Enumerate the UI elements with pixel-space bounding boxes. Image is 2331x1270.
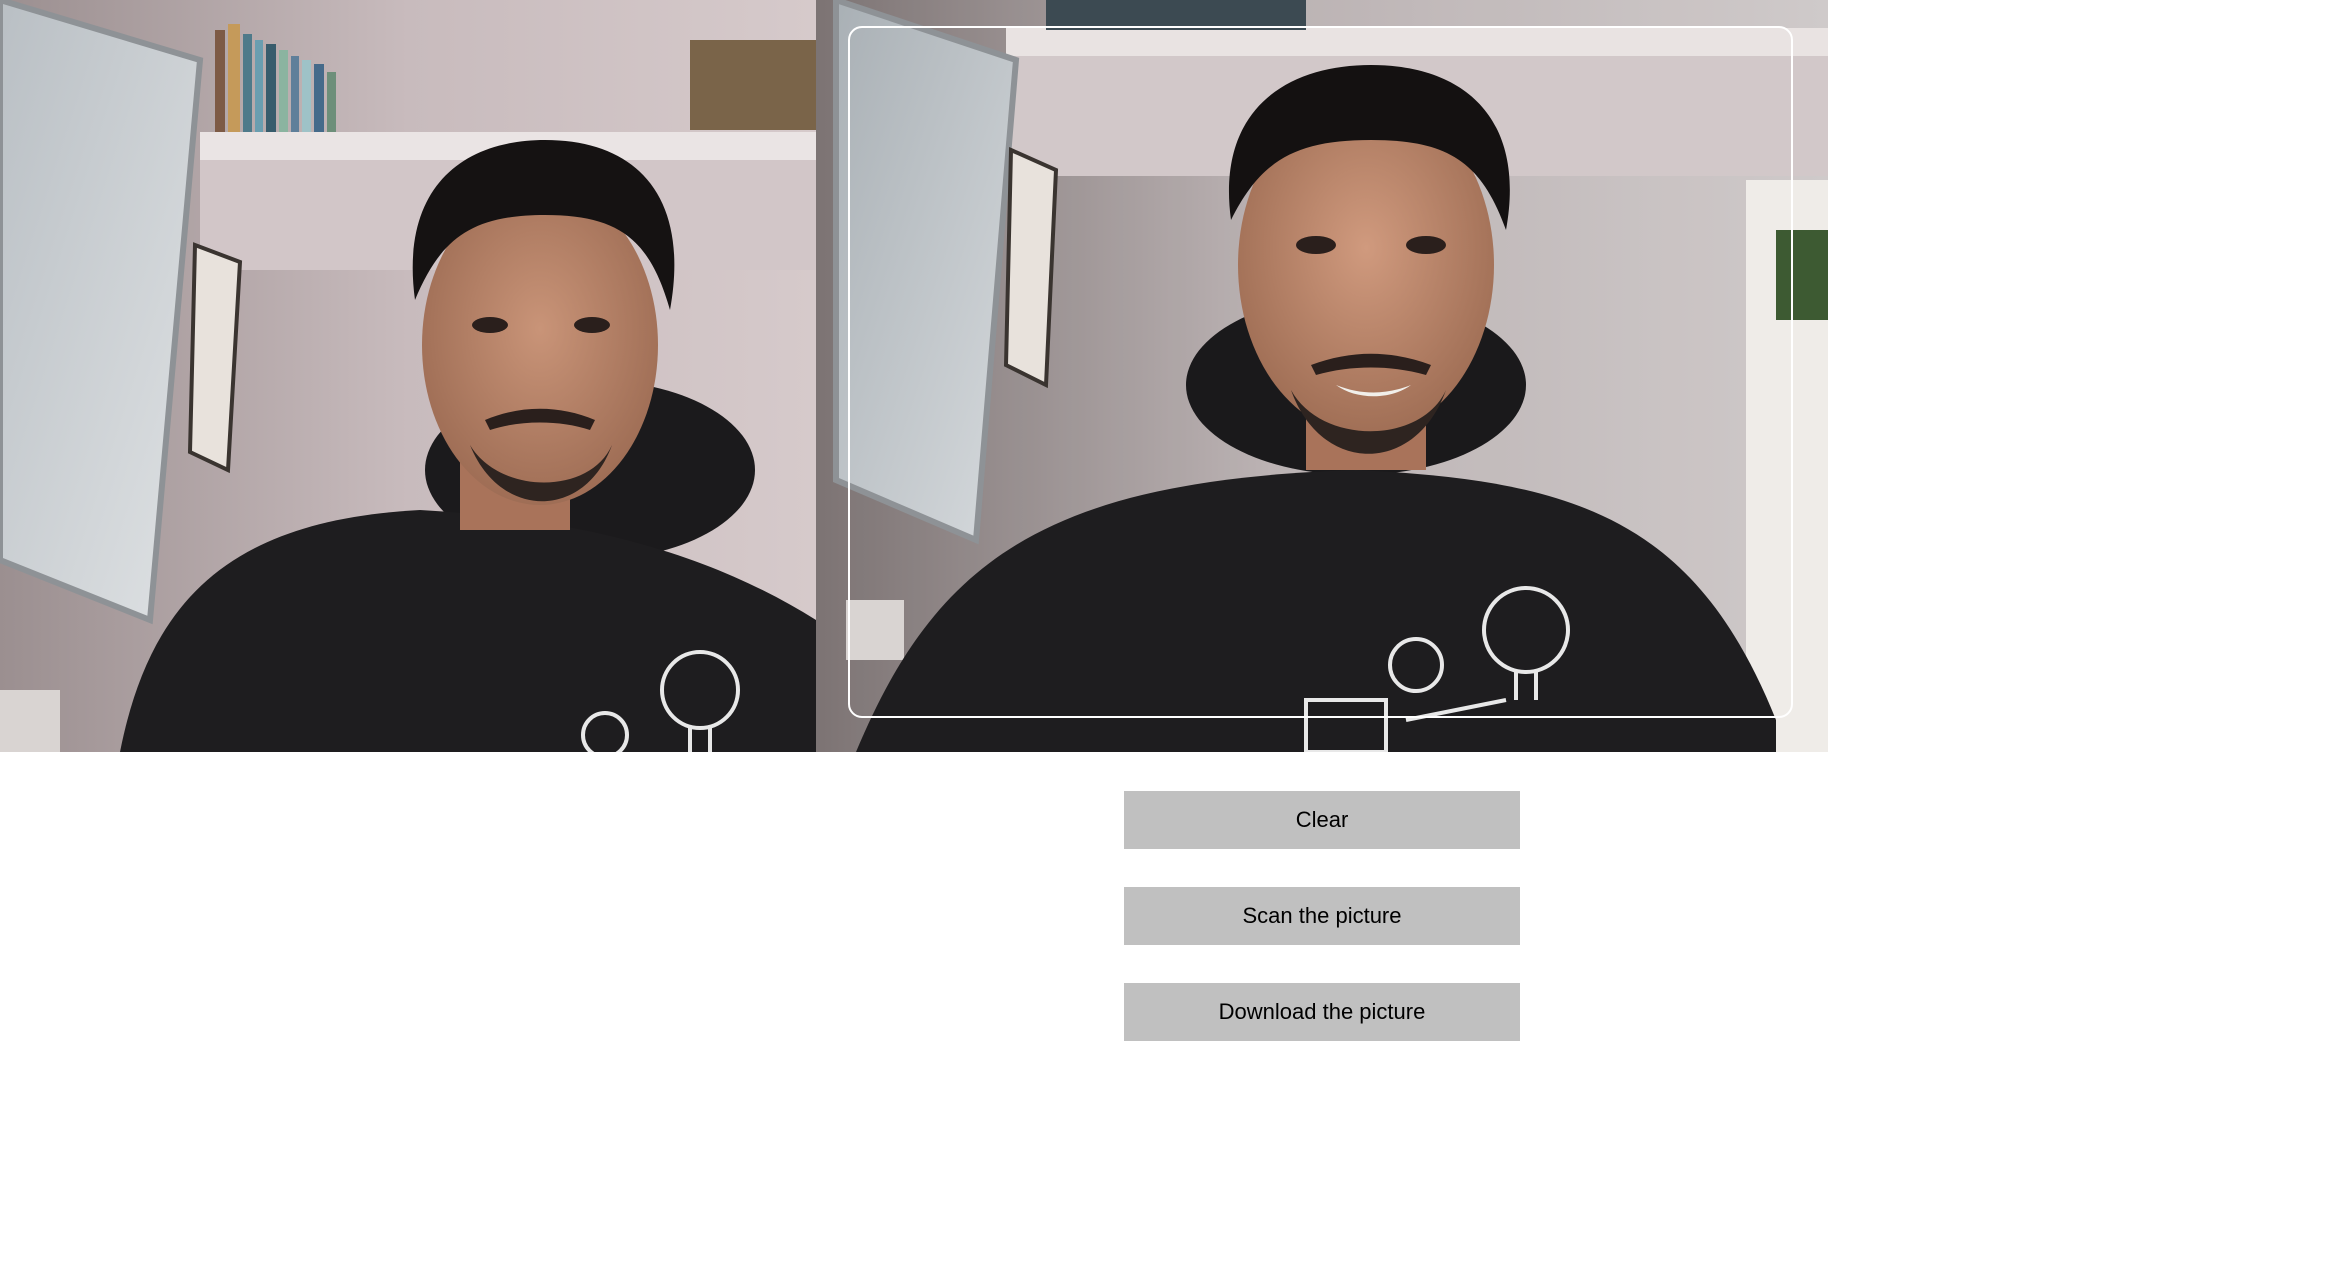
camera-stage xyxy=(0,0,1828,752)
captured-photo xyxy=(0,0,816,752)
scan-picture-button[interactable]: Scan the picture xyxy=(1124,887,1520,945)
action-buttons: Clear Scan the picture Download the pict… xyxy=(1124,791,1520,1079)
live-camera-feed xyxy=(816,0,1828,752)
live-camera-image xyxy=(816,0,1828,752)
download-picture-button[interactable]: Download the picture xyxy=(1124,983,1520,1041)
clear-button[interactable]: Clear xyxy=(1124,791,1520,849)
captured-photo-image xyxy=(0,0,816,752)
